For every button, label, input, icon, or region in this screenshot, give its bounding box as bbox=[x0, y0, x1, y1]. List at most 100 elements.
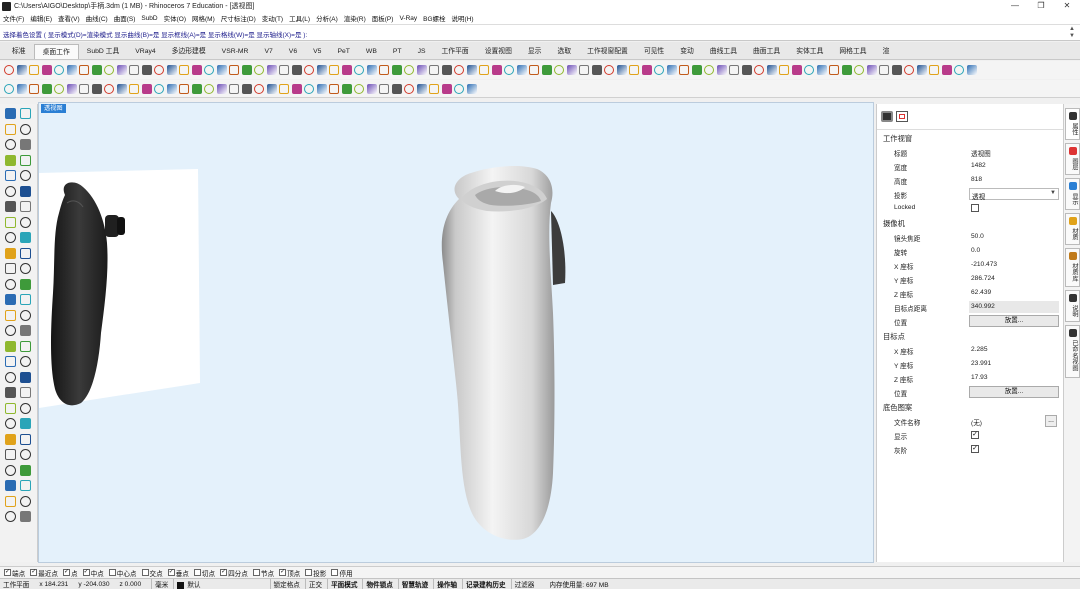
tool-icon[interactable] bbox=[666, 65, 677, 75]
toolbar-tab[interactable]: 实体工具 bbox=[788, 44, 831, 59]
tool-icon[interactable] bbox=[279, 83, 289, 94]
tool-icon[interactable] bbox=[141, 65, 152, 75]
osnap-item[interactable]: ✓ 端点 bbox=[4, 568, 25, 578]
tool-icon[interactable] bbox=[54, 65, 64, 75]
tool-icon[interactable] bbox=[5, 123, 16, 135]
toolbar-tab[interactable]: WB bbox=[358, 44, 385, 59]
osnap-item[interactable]: ✓ 中点 bbox=[82, 568, 104, 578]
tool-icon[interactable] bbox=[5, 464, 16, 476]
status-toggle[interactable]: 锁定格点 bbox=[269, 579, 300, 589]
menu-item[interactable]: 面板(P) bbox=[372, 13, 394, 23]
tool-icon[interactable] bbox=[441, 65, 452, 75]
tool-icon[interactable] bbox=[579, 65, 589, 75]
tool-icon[interactable] bbox=[41, 83, 52, 94]
osnap-item[interactable]: ✓ 垂点 bbox=[167, 568, 189, 578]
toolbar-tab[interactable]: 选取 bbox=[549, 44, 579, 59]
tool-icon[interactable] bbox=[404, 83, 414, 94]
status-toggle[interactable]: 过滤器 bbox=[510, 579, 534, 589]
tool-icon[interactable] bbox=[179, 65, 189, 75]
tool-icon[interactable] bbox=[416, 65, 427, 75]
toolbar-tab[interactable]: 多边形建模 bbox=[164, 44, 214, 59]
tool-icon[interactable] bbox=[479, 65, 489, 75]
tool-icon[interactable] bbox=[329, 83, 339, 94]
tool-icon[interactable] bbox=[5, 340, 16, 352]
tool-icon[interactable] bbox=[20, 356, 31, 367]
rectangle-icon[interactable] bbox=[896, 111, 908, 122]
handle-model[interactable] bbox=[441, 166, 566, 540]
toolbar-tab[interactable]: 渲 bbox=[875, 44, 898, 59]
osnap-item[interactable]: 切点 bbox=[193, 568, 215, 578]
tool-icon[interactable] bbox=[20, 108, 31, 119]
tool-icon[interactable] bbox=[654, 65, 664, 75]
minimize-button[interactable]: — bbox=[1002, 0, 1028, 12]
toolbar-tab[interactable]: 设置视图 bbox=[477, 44, 520, 59]
tool-icon[interactable] bbox=[20, 185, 31, 197]
tool-icon[interactable] bbox=[5, 402, 16, 414]
tool-icon[interactable] bbox=[266, 83, 277, 94]
tool-icon[interactable] bbox=[366, 83, 377, 94]
gray-checkbox[interactable]: ✓ bbox=[971, 445, 979, 453]
tool-icon[interactable] bbox=[166, 83, 177, 94]
osnap-item[interactable]: 节点 bbox=[252, 568, 274, 578]
prop-value[interactable]: 1482 bbox=[971, 162, 986, 169]
tool-icon[interactable] bbox=[129, 83, 139, 94]
menu-item[interactable]: 说明(H) bbox=[452, 13, 474, 23]
tool-icon[interactable] bbox=[20, 387, 31, 398]
prop-value[interactable]: -210.473 bbox=[971, 261, 997, 268]
show-checkbox[interactable]: ✓ bbox=[971, 431, 979, 439]
toolbar-tab[interactable]: VRay4 bbox=[127, 44, 163, 59]
tool-icon[interactable] bbox=[5, 418, 16, 429]
prop-value[interactable]: 23.991 bbox=[971, 360, 991, 367]
osnap-checkbox[interactable] bbox=[252, 569, 260, 576]
prop-value[interactable]: 818 bbox=[971, 176, 982, 183]
tool-icon[interactable] bbox=[20, 449, 31, 460]
osnap-checkbox[interactable] bbox=[193, 569, 201, 576]
osnap-item[interactable]: ✓ 顶点 bbox=[279, 568, 300, 578]
toolbar-tab[interactable]: JS bbox=[410, 44, 434, 59]
tool-icon[interactable] bbox=[429, 83, 439, 94]
tool-icon[interactable] bbox=[79, 65, 89, 75]
menu-item[interactable]: 尺寸标注(D) bbox=[221, 13, 256, 23]
toolbar-tab[interactable]: PeT bbox=[329, 44, 357, 59]
status-toggle[interactable]: 记录建构历史 bbox=[462, 579, 506, 589]
tool-icon[interactable] bbox=[591, 65, 602, 75]
status-layer[interactable]: 默认 bbox=[173, 579, 201, 589]
tool-icon[interactable] bbox=[116, 65, 127, 75]
status-toggle[interactable]: 物件锁点 bbox=[362, 579, 393, 589]
tool-icon[interactable] bbox=[354, 65, 364, 75]
tool-icon[interactable] bbox=[20, 495, 31, 507]
tool-icon[interactable] bbox=[20, 511, 31, 522]
tool-icon[interactable] bbox=[704, 65, 714, 75]
tool-icon[interactable] bbox=[5, 371, 16, 383]
prop-value[interactable]: 62.439 bbox=[971, 289, 991, 296]
osnap-item[interactable]: ✓ 点 bbox=[62, 568, 78, 578]
tool-icon[interactable] bbox=[66, 83, 77, 94]
menu-item[interactable]: 变动(T) bbox=[262, 13, 283, 23]
tool-icon[interactable] bbox=[166, 65, 177, 75]
tool-icon[interactable] bbox=[416, 83, 427, 94]
osnap-checkbox[interactable] bbox=[305, 569, 313, 576]
tool-icon[interactable] bbox=[5, 294, 16, 305]
tool-icon[interactable] bbox=[5, 201, 16, 212]
target-place-button[interactable]: 放置... bbox=[969, 386, 1059, 398]
prop-value[interactable]: 50.0 bbox=[971, 233, 984, 240]
prop-value[interactable]: 2.285 bbox=[971, 346, 988, 353]
tool-icon[interactable] bbox=[429, 65, 439, 75]
tool-icon[interactable] bbox=[5, 309, 16, 321]
tool-icon[interactable] bbox=[229, 65, 239, 75]
tool-icon[interactable] bbox=[5, 139, 16, 150]
osnap-checkbox[interactable] bbox=[108, 569, 116, 576]
tool-icon[interactable] bbox=[5, 433, 16, 445]
osnap-checkbox[interactable] bbox=[141, 569, 149, 576]
tool-icon[interactable] bbox=[379, 65, 389, 75]
tool-icon[interactable] bbox=[679, 65, 689, 75]
tool-icon[interactable] bbox=[104, 65, 114, 75]
tool-icon[interactable] bbox=[766, 65, 777, 75]
tool-icon[interactable] bbox=[254, 83, 264, 94]
menu-item[interactable]: 渲染(R) bbox=[344, 13, 366, 23]
osnap-item[interactable]: 交点 bbox=[141, 568, 163, 578]
tool-icon[interactable] bbox=[179, 83, 189, 94]
osnap-item[interactable]: ✓ 四分点 bbox=[220, 568, 248, 578]
tool-icon[interactable] bbox=[841, 65, 852, 75]
osnap-item[interactable]: 中心点 bbox=[108, 568, 137, 578]
